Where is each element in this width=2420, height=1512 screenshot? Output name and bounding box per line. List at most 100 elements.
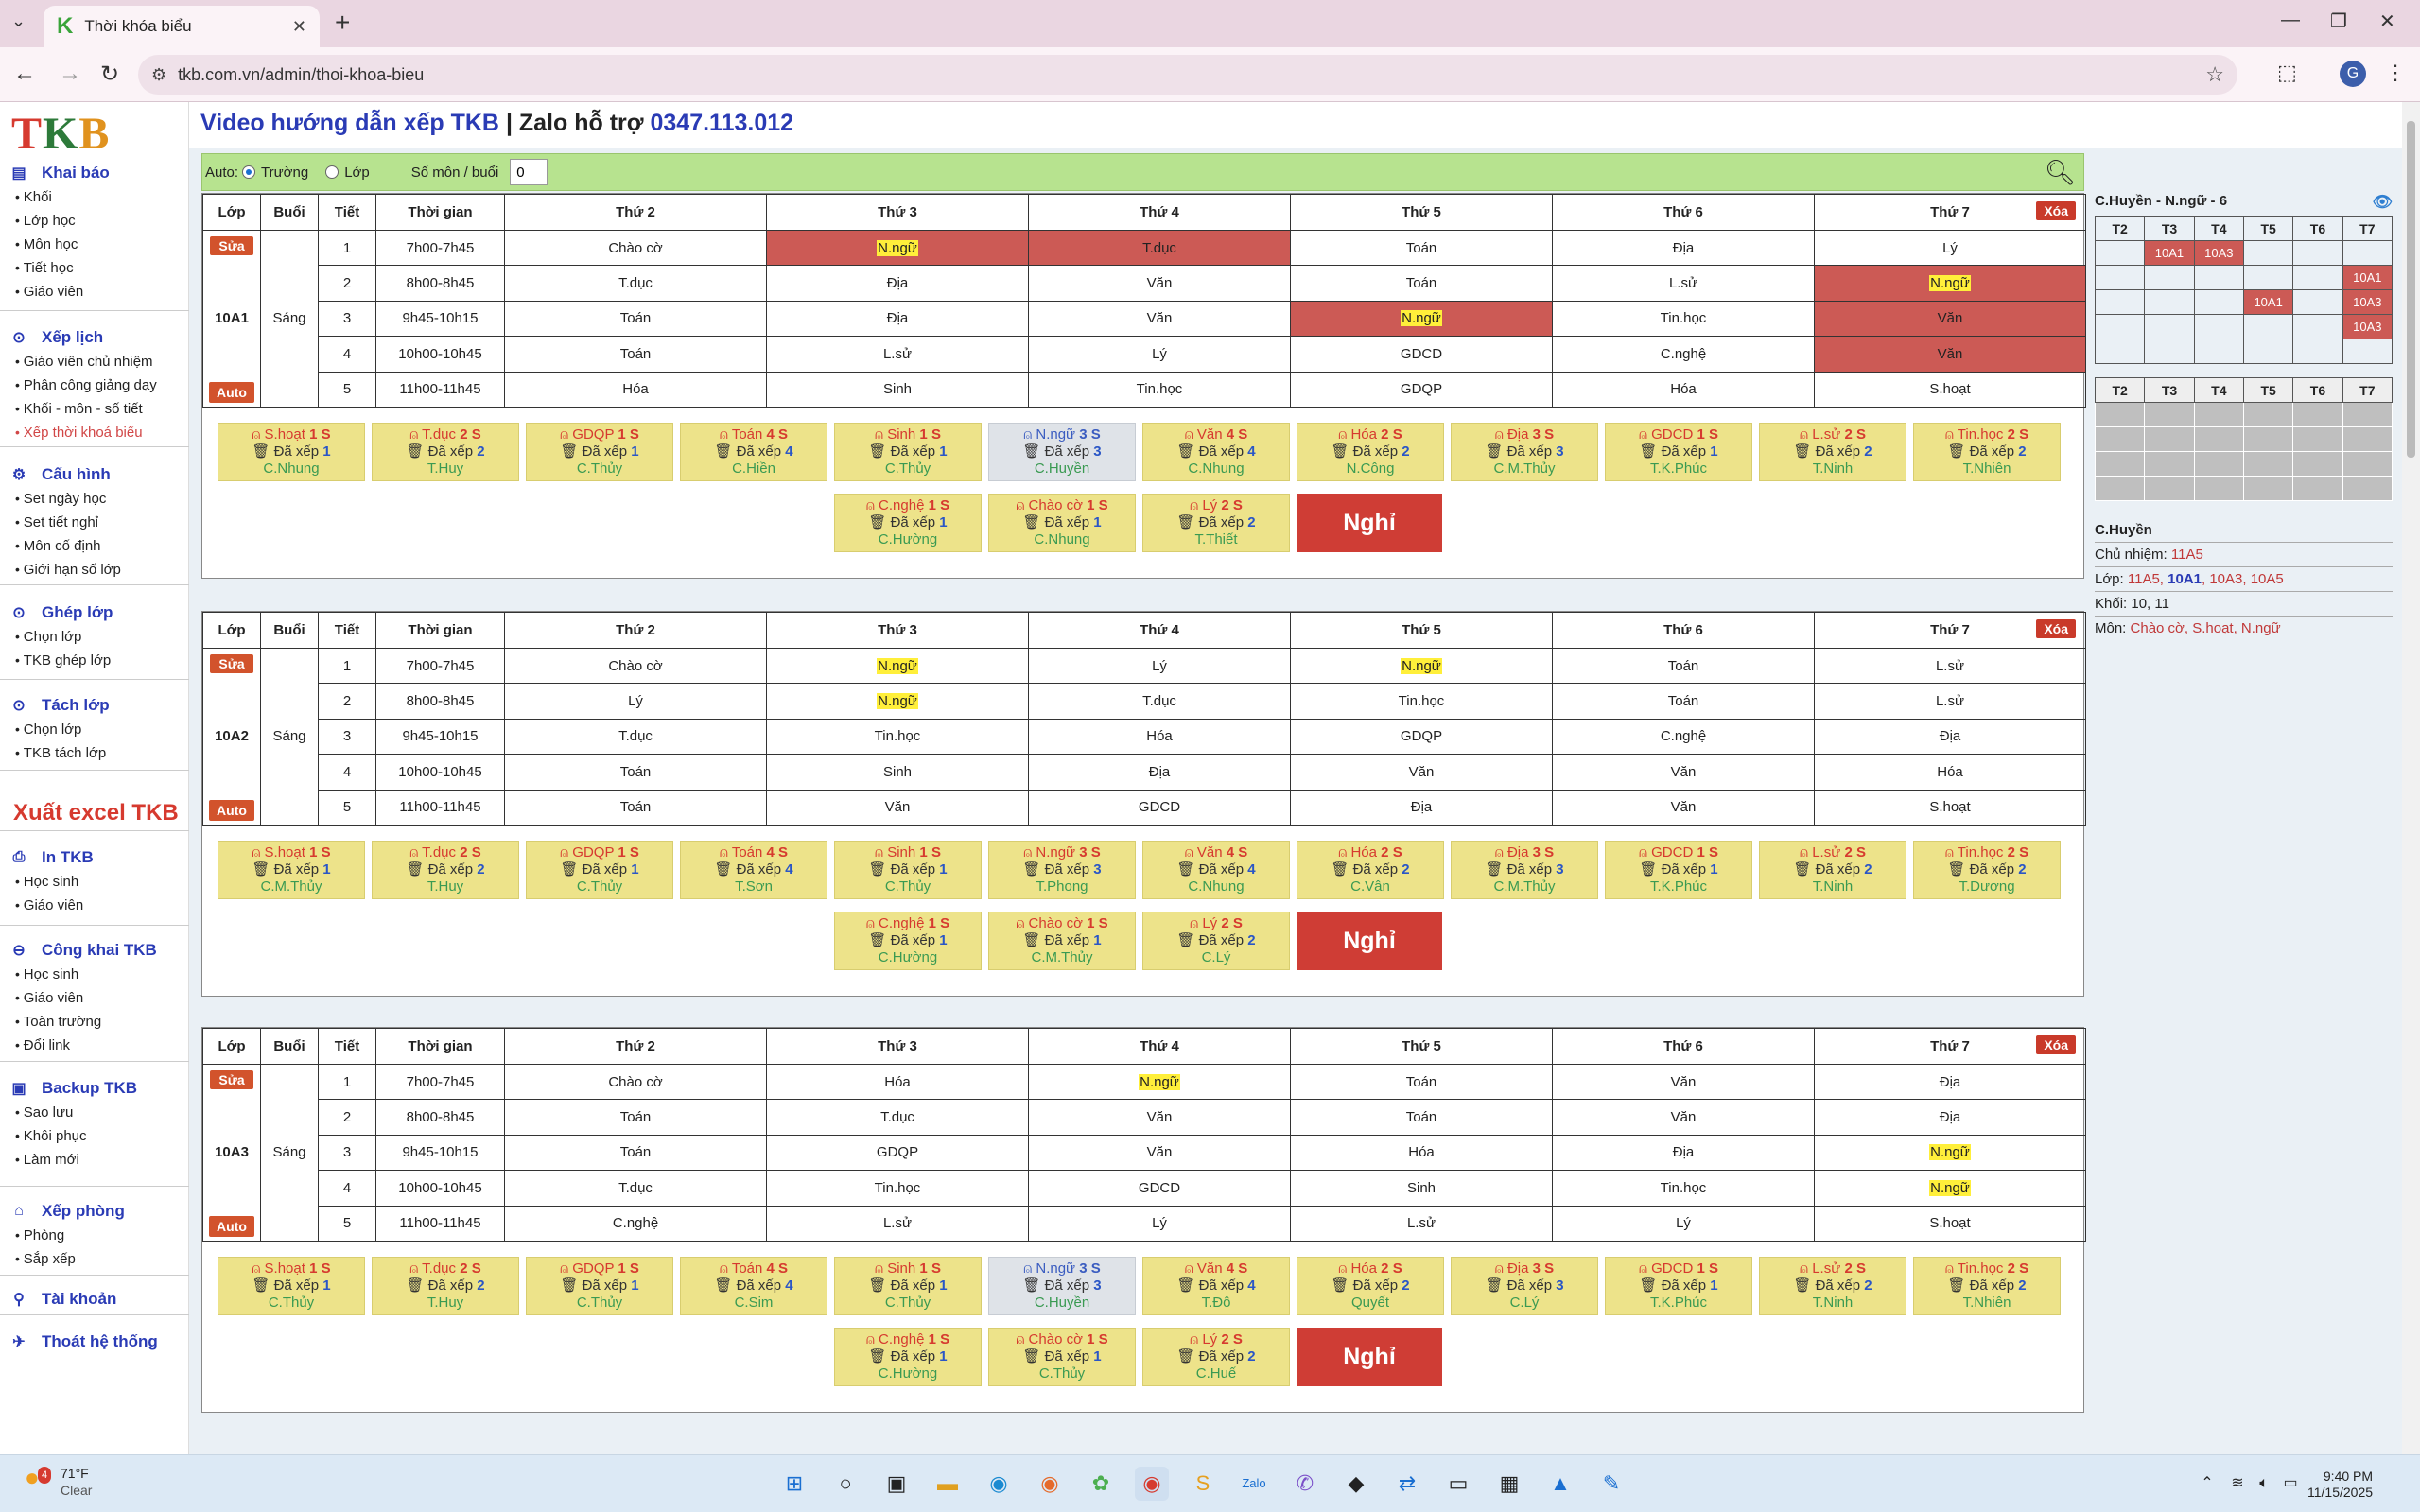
sidebar-group-header[interactable]: ⊙ Ghép lớp (0, 600, 189, 625)
slot-cell[interactable] (2292, 476, 2343, 501)
subject-card[interactable]: ⍝ Sinh 1 S 🗑︎ Đã xếp 1 C.Thủy (834, 840, 982, 899)
slot-cell[interactable] (2094, 451, 2146, 477)
site-info-icon[interactable]: ⚙ (151, 65, 166, 85)
subject-cell[interactable]: Sinh (766, 371, 1029, 408)
subject-cell[interactable]: Địa (1552, 1134, 1815, 1172)
restore-icon[interactable]: ❐ (2330, 9, 2347, 33)
slot-cell[interactable] (2094, 240, 2146, 266)
menu-kebab-icon[interactable]: ⋮ (2385, 61, 2406, 85)
sidebar-item[interactable]: Giới hạn số lớp (0, 558, 189, 582)
slot-cell[interactable]: 10A3 (2193, 240, 2244, 266)
subject-card[interactable]: ⍝ GDCD 1 S 🗑︎ Đã xếp 1 T.K.Phúc (1605, 840, 1752, 899)
reload-icon[interactable]: ↻ (100, 61, 119, 88)
slot-cell[interactable] (2144, 451, 2195, 477)
slot-cell[interactable] (2342, 451, 2394, 477)
subject-cell[interactable]: GDQP (766, 1134, 1029, 1172)
tab-search-icon[interactable]: ⌄ (11, 11, 26, 31)
subject-cell[interactable]: N.ngữ (1028, 1063, 1291, 1101)
slot-cell[interactable] (2242, 402, 2294, 427)
sidebar-item[interactable]: TKB ghép lớp (0, 649, 189, 672)
subject-cell[interactable]: L.sử (1552, 265, 1815, 302)
subject-card[interactable]: ⍝ Địa 3 S 🗑︎ Đã xếp 3 C.M.Thủy (1451, 840, 1598, 899)
auto-button[interactable]: Auto (209, 381, 254, 403)
sidebar-item[interactable]: Học sinh (0, 963, 189, 986)
subject-card[interactable]: ⍝ L.sử 2 S 🗑︎ Đã xếp 2 T.Ninh (1759, 840, 1906, 899)
sidebar-item[interactable]: Làm mới (0, 1148, 189, 1172)
slot-cell[interactable] (2144, 402, 2195, 427)
subject-card[interactable]: ⍝ L.sử 2 S 🗑︎ Đã xếp 2 T.Ninh (1759, 422, 1906, 481)
sidebar-item[interactable]: Môn cố định (0, 534, 189, 558)
subject-cell[interactable]: Toán (504, 1134, 767, 1172)
subject-card[interactable]: ⍝ S.hoạt 1 S 🗑︎ Đã xếp 1 C.Nhung (218, 422, 365, 481)
sidebar-group-header[interactable]: ▤ Khai báo (0, 161, 189, 185)
subject-card[interactable]: ⍝ T.dục 2 S 🗑︎ Đã xếp 2 T.Huy (372, 840, 519, 899)
delete-button[interactable]: Xóa (2036, 1035, 2076, 1054)
extensions-icon[interactable]: ⬚ (2277, 61, 2297, 85)
slot-cell[interactable] (2292, 451, 2343, 477)
subject-card[interactable]: ⍝ N.ngữ 3 S 🗑︎ Đã xếp 3 C.Huyền (988, 1256, 1136, 1315)
subject-cell[interactable]: Toán (1290, 1099, 1553, 1136)
subject-cell[interactable]: Lý (1028, 1205, 1291, 1242)
subject-card[interactable]: ⍝ L.sử 2 S 🗑︎ Đã xếp 2 T.Ninh (1759, 1256, 1906, 1315)
subject-card[interactable]: ⍝ Hóa 2 S 🗑︎ Đã xếp 2 Quyết (1297, 1256, 1444, 1315)
subject-cell[interactable]: Lý (1552, 1205, 1815, 1242)
slot-cell[interactable] (2242, 339, 2294, 364)
eye-icon[interactable]: 👁︎ (2372, 193, 2393, 212)
subject-cell[interactable]: T.dục (504, 265, 767, 302)
subject-card[interactable]: ⍝ S.hoạt 1 S 🗑︎ Đã xếp 1 C.Thủy (218, 1256, 365, 1315)
subject-cell[interactable]: L.sử (1814, 647, 2086, 685)
sidebar-item[interactable]: Toàn trường (0, 1010, 189, 1034)
sidebar-item[interactable]: Chọn lớp (0, 718, 189, 741)
subject-cell[interactable]: L.sử (766, 336, 1029, 373)
minimize-icon[interactable]: — (2281, 9, 2300, 31)
sidebar-item[interactable]: Khôi phục (0, 1124, 189, 1148)
file-explorer-icon[interactable]: ▬ (931, 1467, 965, 1501)
subject-cell[interactable]: Địa (1552, 229, 1815, 267)
back-icon[interactable]: ← (13, 61, 36, 87)
slot-cell[interactable] (2342, 339, 2394, 364)
slot-cell[interactable] (2193, 314, 2244, 339)
subject-cell[interactable]: Văn (1814, 300, 2086, 338)
slot-cell[interactable] (2094, 402, 2146, 427)
subject-card[interactable]: ⍝ T.dục 2 S 🗑︎ Đã xếp 2 T.Huy (372, 422, 519, 481)
subject-card[interactable]: ⍝ Hóa 2 S 🗑︎ Đã xếp 2 N.Công (1297, 422, 1444, 481)
logo[interactable]: TKB (11, 108, 110, 160)
chrome-icon[interactable]: ◉ (1135, 1467, 1169, 1501)
subject-cell[interactable]: Toán (504, 754, 767, 791)
export-excel-link[interactable]: Xuất excel TKB (13, 800, 179, 826)
subject-cell[interactable]: Toán (504, 300, 767, 338)
sidebar-item[interactable]: Môn học (0, 233, 189, 256)
sidebar-group-header[interactable]: ⚲ Tài khoản (0, 1287, 189, 1312)
subject-card[interactable]: ⍝ C.nghệ 1 S 🗑︎ Đã xếp 1 C.Hường (834, 493, 982, 552)
slot-cell[interactable] (2144, 339, 2195, 364)
slot-cell[interactable]: 10A3 (2342, 289, 2394, 315)
subject-card[interactable]: ⍝ Tin.học 2 S 🗑︎ Đã xếp 2 T.Dương (1913, 840, 2061, 899)
slot-cell[interactable] (2342, 402, 2394, 427)
teamviewer-icon[interactable]: ⇄ (1390, 1467, 1424, 1501)
sidebar-item[interactable]: Lớp học (0, 209, 189, 233)
subject-cell[interactable]: N.ngữ (766, 683, 1029, 720)
task-view-icon[interactable]: ▣ (879, 1467, 914, 1501)
subject-cell[interactable]: Hóa (1028, 718, 1291, 756)
sidebar-item[interactable]: Giáo viên (0, 894, 189, 917)
slot-cell[interactable] (2144, 289, 2195, 315)
slot-cell[interactable] (2094, 265, 2146, 290)
subject-cell[interactable]: Toán (1552, 647, 1815, 685)
subject-cell[interactable]: Sinh (1290, 1170, 1553, 1207)
subject-card[interactable]: ⍝ S.hoạt 1 S 🗑︎ Đã xếp 1 C.M.Thủy (218, 840, 365, 899)
subject-card[interactable]: ⍝ Văn 4 S 🗑︎ Đã xếp 4 T.Đô (1142, 1256, 1290, 1315)
subject-card[interactable]: ⍝ Văn 4 S 🗑︎ Đã xếp 4 C.Nhung (1142, 840, 1290, 899)
subject-card[interactable]: ⍝ Lý 2 S 🗑︎ Đã xếp 2 C.Huế (1142, 1327, 1290, 1386)
sidebar-item[interactable]: Khối - môn - số tiết (0, 397, 189, 421)
subject-card[interactable]: ⍝ T.dục 2 S 🗑︎ Đã xếp 2 T.Huy (372, 1256, 519, 1315)
slot-cell[interactable] (2094, 339, 2146, 364)
subject-cell[interactable]: T.dục (504, 1170, 767, 1207)
subject-card[interactable]: ⍝ Chào cờ 1 S 🗑︎ Đã xếp 1 C.Nhung (988, 493, 1136, 552)
subject-cell[interactable]: Địa (1814, 1099, 2086, 1136)
subject-cell[interactable]: Lý (1028, 647, 1291, 685)
slot-cell[interactable]: 10A1 (2242, 289, 2294, 315)
subject-cell[interactable]: Địa (1290, 789, 1553, 826)
slot-cell[interactable] (2193, 402, 2244, 427)
subject-cell[interactable]: N.ngữ (766, 229, 1029, 267)
subject-cell[interactable]: T.dục (504, 718, 767, 756)
